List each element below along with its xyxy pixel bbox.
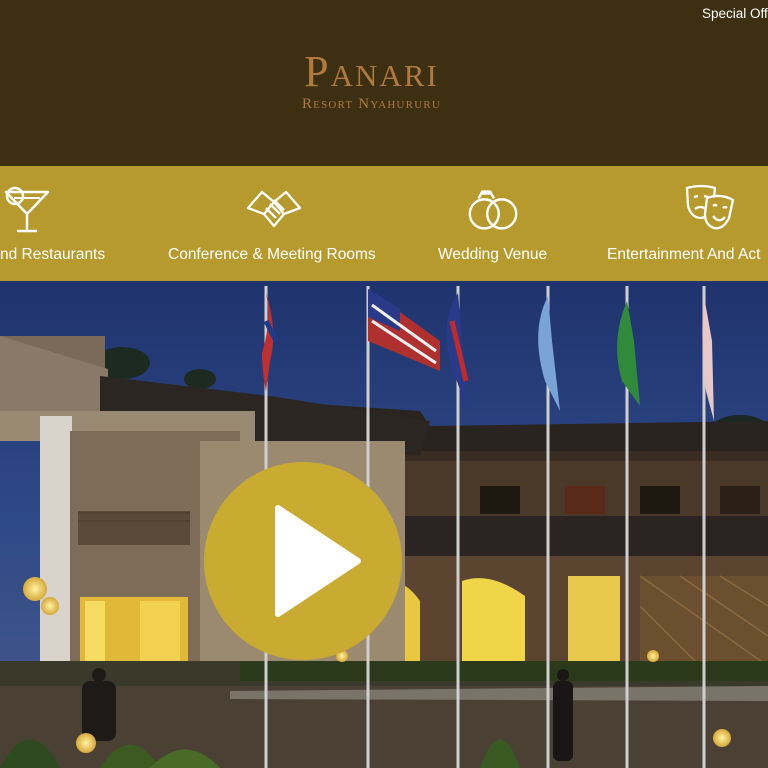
site-logo[interactable]: Panari Resort Nyahururu	[279, 47, 464, 113]
theater-masks-icon	[685, 184, 735, 230]
wedding-rings-icon	[468, 190, 518, 230]
special-offers-link[interactable]: Special Off	[702, 6, 768, 21]
hero-video[interactable]	[0, 281, 768, 768]
site-header: Special Off Panari Resort Nyahururu	[0, 0, 768, 166]
play-button[interactable]	[204, 462, 402, 660]
nav-label-wedding: Wedding Venue	[438, 246, 548, 263]
nav-item-wedding[interactable]: Wedding Venue	[436, 166, 552, 281]
nav-item-entertainment[interactable]: Entertainment And Act	[607, 166, 768, 281]
nav-item-restaurants[interactable]: nd Restaurants	[0, 166, 120, 281]
cocktail-icon	[4, 186, 50, 233]
nav-item-conference[interactable]: Conference & Meeting Rooms	[166, 166, 380, 281]
nav-label-conference: Conference & Meeting Rooms	[168, 246, 376, 263]
play-icon	[275, 505, 361, 617]
logo-subtitle: Resort Nyahururu	[301, 96, 442, 112]
handshake-icon	[246, 190, 302, 228]
amenities-nav: nd Restaurants Conference & Meeting Room…	[0, 166, 768, 281]
logo-title: Panari	[304, 47, 439, 96]
nav-label-restaurants: nd Restaurants	[0, 246, 106, 263]
nav-label-entertainment: Entertainment And Act	[607, 246, 761, 263]
